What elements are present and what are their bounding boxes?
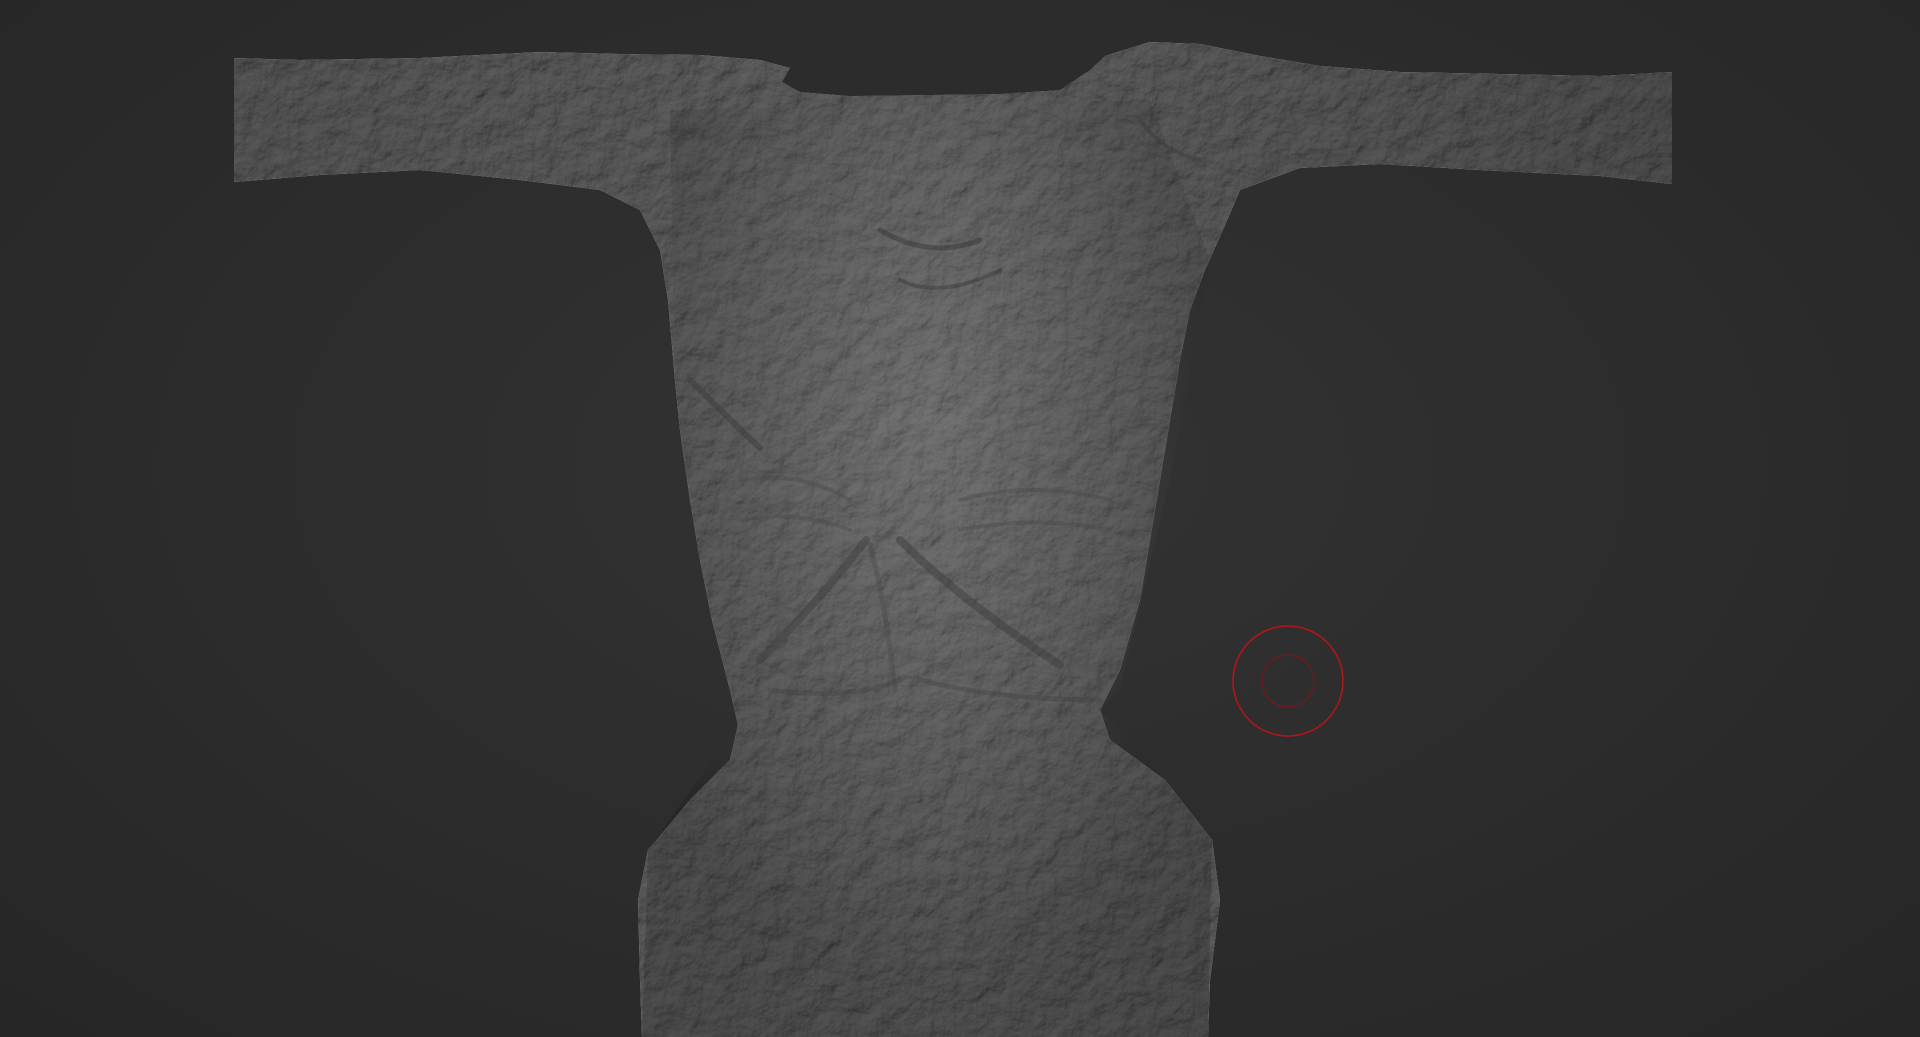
brush-outer-ring (1232, 625, 1344, 737)
brush-cursor[interactable] (1232, 625, 1344, 737)
sculpt-viewport[interactable] (0, 0, 1920, 1037)
neck-cut (782, 52, 1105, 96)
sculpt-mesh[interactable] (0, 0, 1920, 1037)
brush-inner-ring (1261, 654, 1315, 708)
